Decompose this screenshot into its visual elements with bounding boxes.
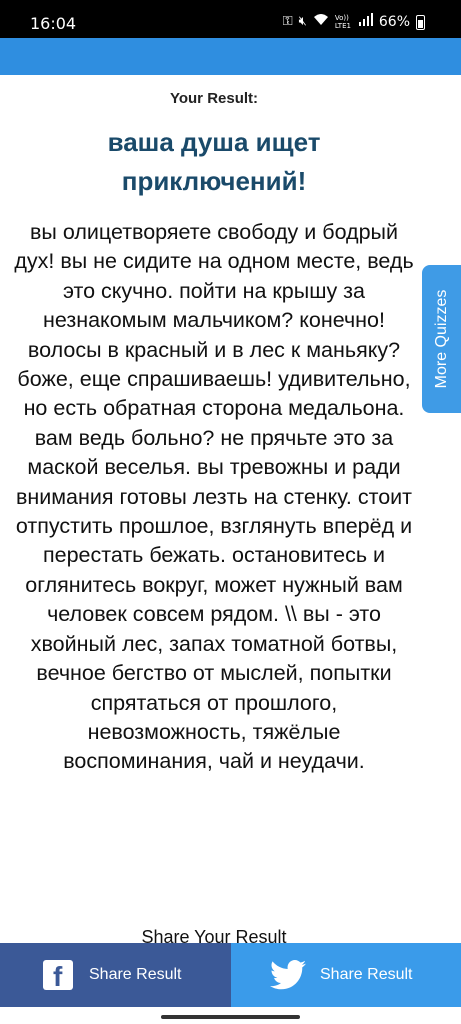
twitter-share-button[interactable]: Share Result [231, 943, 461, 1007]
battery-icon [416, 14, 425, 30]
more-quizzes-label: More Quizzes [432, 289, 450, 389]
your-result-label: Your Result: [169, 90, 259, 107]
signal-icon [358, 13, 373, 31]
facebook-share-label: Share Result [89, 966, 182, 983]
battery-percent: 66% [378, 14, 410, 30]
twitter-share-label: Share Result [320, 966, 413, 983]
status-time: 16:04 [30, 14, 77, 33]
home-gesture-pill[interactable] [161, 1015, 300, 1019]
status-icons: ⚿ 🔇︎ Vo)) LTE1 66% [283, 13, 425, 31]
result-title: ваша душа ищет приключений! [107, 127, 321, 196]
result-content: Your Result: ваша душа ищет приключений!… [0, 75, 461, 945]
facebook-share-button[interactable]: f Share Result [0, 943, 231, 1007]
share-bar: f Share Result Share Result [0, 943, 461, 1007]
result-description: вы олицетворяете свободу и бодрый дух! в… [14, 220, 414, 774]
facebook-icon: f [43, 960, 73, 992]
navigation-bar [0, 1007, 461, 1024]
network-label: Vo)) LTE1 [334, 14, 351, 30]
more-quizzes-tab[interactable]: More Quizzes [422, 265, 461, 413]
app-header-bar [0, 38, 461, 75]
twitter-icon [270, 960, 306, 990]
wifi-icon [313, 13, 329, 31]
status-bar: 16:04 ⚿ 🔇︎ Vo)) LTE1 66% [0, 0, 461, 38]
key-icon: ⚿ [282, 14, 293, 29]
mute-icon: 🔇︎ [298, 14, 307, 29]
